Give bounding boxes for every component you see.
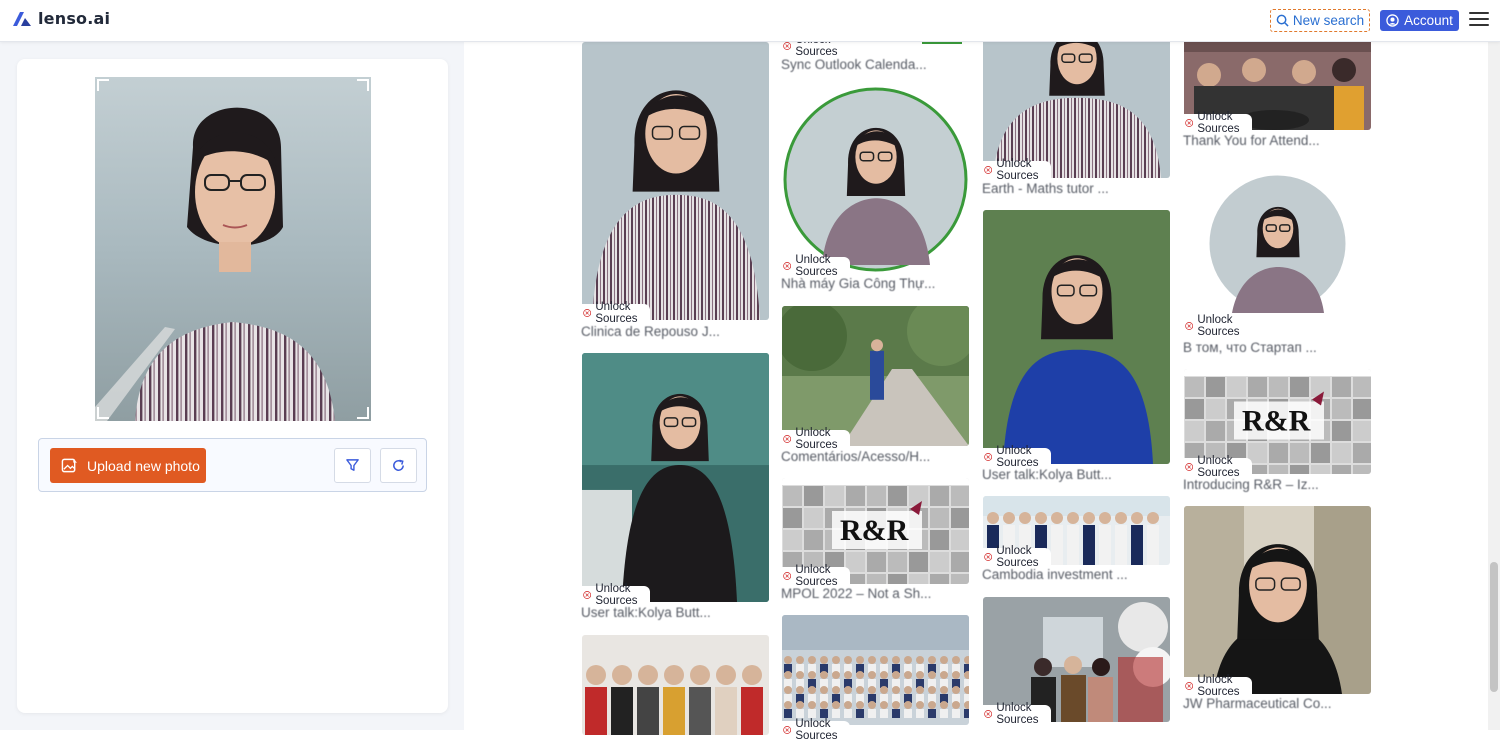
unlock-sources-badge[interactable]: Unlock Sources xyxy=(983,158,1052,182)
result-title[interactable]: Thank You for Attend... xyxy=(1183,133,1320,148)
unlock-sources-label: Unlock Sources xyxy=(996,702,1039,726)
result-image xyxy=(582,635,769,735)
result-title[interactable]: Cambodia investment ... xyxy=(982,567,1128,582)
result-title[interactable]: User talk:Kolya Butt... xyxy=(982,467,1112,482)
unlock-icon xyxy=(1185,322,1194,330)
unlock-icon xyxy=(583,309,592,317)
upload-new-photo-label: Upload new photo xyxy=(87,457,200,474)
unlock-icon xyxy=(1185,119,1194,127)
unlock-icon xyxy=(984,710,993,718)
unlock-icon xyxy=(783,262,792,270)
unlock-sources-label: Unlock Sources xyxy=(1197,674,1240,698)
result-title[interactable]: В том, что Стартап ... xyxy=(1183,340,1317,355)
photo-actions-bar: Upload new photo xyxy=(38,438,427,492)
unlock-sources-badge[interactable]: Unlock Sources xyxy=(983,702,1052,726)
unlock-sources-badge[interactable]: Unlock Sources xyxy=(983,545,1052,569)
result-title[interactable]: Nhà máy Gia Công Thự... xyxy=(781,276,935,291)
result-image xyxy=(983,210,1170,464)
result-title[interactable]: Comentários/Acesso/H... xyxy=(781,449,930,464)
result-image xyxy=(782,86,969,273)
unlock-sources-badge[interactable]: Unlock Sources xyxy=(1184,455,1253,479)
unlock-sources-badge[interactable]: Unlock Sources xyxy=(782,427,851,451)
result-thumbnail[interactable] xyxy=(582,635,769,735)
unlock-sources-label: Unlock Sources xyxy=(1197,111,1240,135)
result-title[interactable]: User talk:Kolya Butt... xyxy=(581,605,711,620)
unlock-sources-badge[interactable]: Unlock Sources xyxy=(782,254,851,278)
unlock-sources-badge[interactable]: Unlock Sources xyxy=(582,301,651,325)
result-title[interactable]: Earth - Maths tutor ... xyxy=(982,181,1109,196)
unlock-icon xyxy=(1185,682,1194,690)
unlock-sources-label: Unlock Sources xyxy=(795,718,838,742)
unlock-sources-badge[interactable]: Unlock Sources xyxy=(782,718,851,742)
svg-text:R&R: R&R xyxy=(840,514,909,547)
scrollbar[interactable] xyxy=(1488,42,1500,730)
unlock-sources-badge[interactable]: Unlock Sources xyxy=(782,564,851,588)
upload-new-photo-button[interactable]: Upload new photo xyxy=(50,448,206,483)
unlock-icon xyxy=(783,435,792,443)
unlock-sources-label: Unlock Sources xyxy=(795,427,838,451)
result-title[interactable]: JW Pharmaceutical Co... xyxy=(1183,696,1332,711)
filter-icon xyxy=(346,459,359,471)
result-thumbnail[interactable] xyxy=(1184,506,1371,694)
account-label: Account xyxy=(1404,13,1453,28)
unlock-sources-label: Unlock Sources xyxy=(795,254,838,278)
query-photo xyxy=(95,77,371,421)
result-thumbnail[interactable] xyxy=(983,210,1170,464)
unlock-sources-badge[interactable]: Unlock Sources xyxy=(582,583,651,607)
unlock-icon xyxy=(984,453,993,461)
result-title[interactable]: Sync Outlook Calenda... xyxy=(781,57,927,72)
query-photo-image xyxy=(95,77,371,421)
new-search-button[interactable]: New search xyxy=(1270,9,1370,32)
account-button[interactable]: Account xyxy=(1380,10,1459,31)
top-bar: lenso.ai New search Account xyxy=(0,0,1500,42)
result-image xyxy=(782,615,969,725)
result-image xyxy=(1184,506,1371,694)
unlock-icon xyxy=(583,591,592,599)
search-icon xyxy=(1276,14,1289,27)
unlock-sources-badge[interactable]: Unlock Sources xyxy=(1184,674,1253,698)
unlock-sources-label: Unlock Sources xyxy=(595,301,638,325)
unlock-sources-label: Unlock Sources xyxy=(996,545,1039,569)
unlock-icon xyxy=(783,726,792,734)
result-image xyxy=(1184,162,1371,337)
unlock-icon xyxy=(783,572,792,580)
unlock-sources-badge[interactable]: Unlock Sources xyxy=(1184,314,1253,338)
unlock-sources-label: Unlock Sources xyxy=(595,583,638,607)
result-thumbnail[interactable] xyxy=(582,42,769,320)
result-title[interactable]: Clinica de Repouso J... xyxy=(581,324,720,339)
refresh-icon xyxy=(393,459,404,471)
account-icon xyxy=(1386,14,1399,27)
unlock-icon xyxy=(984,166,993,174)
new-search-label: New search xyxy=(1292,13,1365,28)
image-edit-icon xyxy=(61,457,78,473)
lenso-logo[interactable]: lenso.ai xyxy=(12,9,110,28)
unlock-icon xyxy=(1185,463,1194,471)
result-thumbnail[interactable] xyxy=(782,306,969,446)
lenso-logo-icon xyxy=(13,11,31,26)
brand-name: lenso.ai xyxy=(38,9,111,28)
result-thumbnail[interactable] xyxy=(782,86,969,273)
result-title[interactable]: Introducing R&R – Iz... xyxy=(1183,477,1319,492)
result-image xyxy=(582,42,769,320)
unlock-icon xyxy=(984,553,993,561)
unlock-sources-badge[interactable]: Unlock Sources xyxy=(983,445,1052,469)
unlock-sources-label: Unlock Sources xyxy=(1197,314,1240,338)
result-image xyxy=(582,353,769,602)
unlock-sources-label: Unlock Sources xyxy=(996,445,1039,469)
result-thumbnail[interactable] xyxy=(782,615,969,725)
filter-button[interactable] xyxy=(334,448,371,483)
svg-text:R&R: R&R xyxy=(1242,405,1311,438)
unlock-sources-label: Unlock Sources xyxy=(1197,455,1240,479)
result-thumbnail[interactable] xyxy=(582,353,769,602)
hamburger-menu-icon[interactable] xyxy=(1469,12,1489,28)
unlock-sources-badge[interactable]: Unlock Sources xyxy=(1184,111,1253,135)
unlock-sources-label: Unlock Sources xyxy=(795,564,838,588)
unlock-sources-label: Unlock Sources xyxy=(996,158,1039,182)
result-title[interactable]: MPOL 2022 – Not a Sh... xyxy=(781,586,931,601)
refresh-button[interactable] xyxy=(380,448,417,483)
result-thumbnail[interactable] xyxy=(1184,162,1371,337)
scrollbar-thumb[interactable] xyxy=(1490,562,1498,692)
result-image xyxy=(782,306,969,446)
